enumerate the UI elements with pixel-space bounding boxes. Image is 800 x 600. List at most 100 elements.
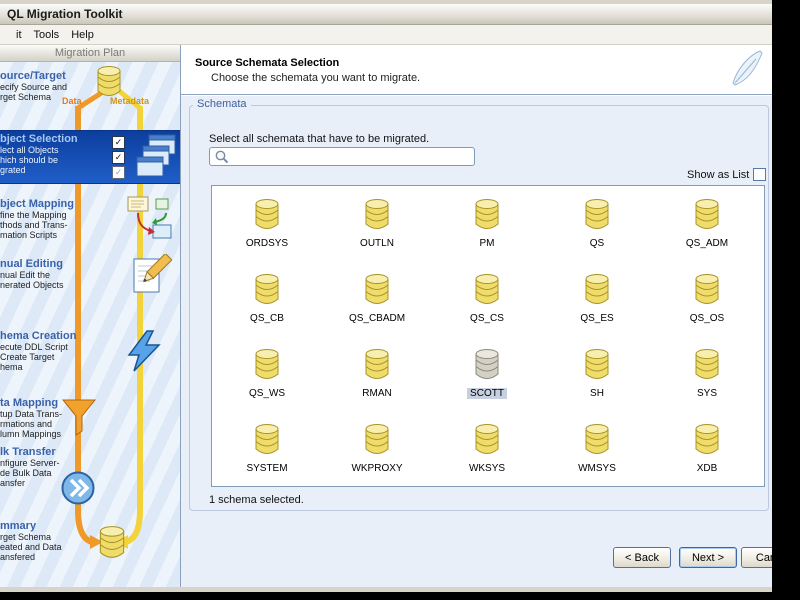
migrate-checkbox[interactable]: ✓ xyxy=(112,151,125,164)
step-desc-line: nerated Objects xyxy=(0,280,64,290)
schema-label: SYSTEM xyxy=(246,463,288,474)
show-as-list-checkbox[interactable] xyxy=(753,168,766,181)
step-desc-line: thods and Trans- xyxy=(0,220,68,230)
lightning-icon xyxy=(126,330,164,377)
schema-list: ORDSYS OUTLN PM QS QS_ADM QS_CB QS_CBADM QS_CS Q… xyxy=(211,185,765,487)
menubar: it Tools Help xyxy=(0,25,772,45)
back-button[interactable]: < Back xyxy=(613,547,671,568)
quill-icon xyxy=(728,49,764,94)
database-icon xyxy=(472,347,502,386)
show-as-list-label: Show as List xyxy=(687,169,750,181)
schema-item[interactable]: RMAN xyxy=(322,338,432,413)
step-title: bject Mapping xyxy=(0,198,74,210)
schema-label: QS xyxy=(589,238,605,249)
step-desc-line: rmations and xyxy=(0,419,53,429)
step-desc-line: ecute DDL Script xyxy=(0,342,68,352)
step-object-selection: bject Selection lect all Objects hich sh… xyxy=(0,130,180,184)
wizard-page-header: Source Schemata Selection Choose the sch… xyxy=(181,45,772,95)
schema-item[interactable]: QS_WS xyxy=(212,338,322,413)
main-panel: Source Schemata Selection Choose the sch… xyxy=(181,45,772,587)
window-frame-bottom xyxy=(0,587,772,592)
database-icon xyxy=(362,272,392,311)
schema-label: SYS xyxy=(696,388,717,399)
schema-item[interactable]: QS xyxy=(542,188,652,263)
schema-item[interactable]: SYSTEM xyxy=(212,413,322,486)
database-icon xyxy=(472,197,502,236)
schema-label: OUTLN xyxy=(360,238,394,249)
edit-document-icon xyxy=(132,252,173,301)
schema-label: WMSYS xyxy=(578,463,616,474)
schema-item[interactable]: SYS xyxy=(652,338,762,413)
database-icon xyxy=(362,347,392,386)
schema-item[interactable]: SCOTT xyxy=(432,338,542,413)
step-desc-line: fine the Mapping xyxy=(0,210,67,220)
schema-label: QS_CS xyxy=(470,313,504,324)
titlebar[interactable]: QL Migration Toolkit xyxy=(0,4,772,25)
schema-item[interactable]: WMSYS xyxy=(542,413,652,486)
step-desc-line: hema xyxy=(0,362,23,372)
schema-item[interactable]: QS_ADM xyxy=(652,188,762,263)
step-title: ta Mapping xyxy=(0,397,59,409)
database-icon xyxy=(582,272,612,311)
database-icon xyxy=(96,524,128,565)
instruction-text: Select all schemata that have to be migr… xyxy=(209,133,430,145)
step-desc-line: nfigure Server- xyxy=(0,458,60,468)
schema-item[interactable]: OUTLN xyxy=(322,188,432,263)
step-desc-line: Create Target xyxy=(0,352,55,362)
step-title: nual Editing xyxy=(0,258,63,270)
sidebar-header: Migration Plan xyxy=(0,45,180,62)
schema-item[interactable]: XDB xyxy=(652,413,762,486)
step-title: lk Transfer xyxy=(0,446,56,458)
schema-label: QS_WS xyxy=(248,388,286,399)
sidebar-migration-plan: Migration Plan ource/Target ecify Source… xyxy=(0,45,181,587)
database-icon xyxy=(252,272,282,311)
schema-item[interactable]: QS_CB xyxy=(212,263,322,338)
database-icon xyxy=(362,197,392,236)
page-title: Source Schemata Selection xyxy=(195,57,340,69)
schema-item[interactable]: SH xyxy=(542,338,652,413)
schema-label: WKPROXY xyxy=(351,463,403,474)
search-input[interactable] xyxy=(232,149,474,166)
step-desc-line: mation Scripts xyxy=(0,230,58,240)
database-icon xyxy=(582,347,612,386)
migrate-checkbox[interactable]: ✓ xyxy=(112,136,125,149)
menu-tools[interactable]: Tools xyxy=(28,28,66,42)
mapping-scripts-icon xyxy=(126,195,174,248)
step-desc-line: lumn Mappings xyxy=(0,429,62,439)
schema-item[interactable]: QS_CS xyxy=(432,263,542,338)
window-title: QL Migration Toolkit xyxy=(7,7,123,21)
step-data-mapping: ta Mapping tup Data Trans- rmations and … xyxy=(0,397,120,439)
schema-item[interactable]: WKPROXY xyxy=(322,413,432,486)
cancel-button[interactable]: Cancel xyxy=(741,547,772,568)
schema-item[interactable]: WKSYS xyxy=(432,413,542,486)
step-object-mapping: bject Mapping fine the Mapping thods and… xyxy=(0,198,120,240)
database-icon xyxy=(582,422,612,461)
schema-label: SCOTT xyxy=(467,388,507,399)
step-desc-line: nual Edit the xyxy=(0,270,51,280)
menu-edit[interactable]: it xyxy=(10,28,28,42)
schema-label: QS_CB xyxy=(250,313,284,324)
database-icon xyxy=(582,197,612,236)
schema-grid: ORDSYS OUTLN PM QS QS_ADM QS_CB QS_CBADM QS_CS Q… xyxy=(212,186,764,486)
schema-label: XDB xyxy=(696,463,718,474)
transfer-circle-icon xyxy=(60,470,96,511)
schema-label: PM xyxy=(479,238,495,249)
schema-item[interactable]: ORDSYS xyxy=(212,188,322,263)
schema-search xyxy=(209,147,475,166)
step-desc-line: tup Data Trans- xyxy=(0,409,63,419)
step-title: hema Creation xyxy=(0,330,77,342)
metadata-flow-label: Metadata xyxy=(110,96,150,106)
schema-item[interactable]: PM xyxy=(432,188,542,263)
step-manual-editing: nual Editing nual Edit the nerated Objec… xyxy=(0,258,120,290)
migration-plan-flow: ource/Target ecify Source and rget Schem… xyxy=(0,62,180,587)
schema-label: QS_ES xyxy=(580,313,614,324)
database-icon xyxy=(472,272,502,311)
schema-item[interactable]: QS_CBADM xyxy=(322,263,432,338)
schema-label: QS_OS xyxy=(689,313,725,324)
funnel-icon xyxy=(61,398,97,441)
next-button[interactable]: Next > xyxy=(679,547,737,568)
schema-item[interactable]: QS_OS xyxy=(652,263,762,338)
menu-help[interactable]: Help xyxy=(65,28,100,42)
schema-item[interactable]: QS_ES xyxy=(542,263,652,338)
migrate-checkbox[interactable]: ✓ xyxy=(112,166,125,179)
